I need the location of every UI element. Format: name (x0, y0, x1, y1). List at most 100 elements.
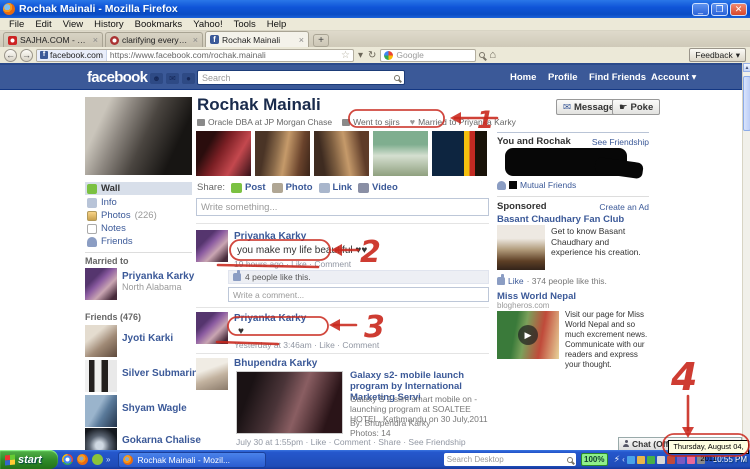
comment-box[interactable] (228, 287, 489, 302)
friend-photo[interactable] (85, 325, 117, 357)
friend-link[interactable]: Gokarna Chalise (122, 435, 201, 446)
feedback-button[interactable]: Feedback ▾ (689, 48, 746, 62)
scrollbar[interactable]: ▲ ▼ (742, 63, 750, 450)
reload-icon[interactable]: ↻ (367, 50, 377, 61)
menu-help[interactable]: Help (262, 19, 292, 30)
post-author-link[interactable]: Priyanka Karky (234, 313, 306, 324)
tray-icon[interactable] (677, 456, 685, 464)
work-item[interactable]: Oracle DBA at JP Morgan Chase (197, 117, 332, 127)
ad-like-link[interactable]: Like (508, 276, 524, 286)
utorrent-icon[interactable] (92, 454, 103, 465)
tray-chevron-icon[interactable]: ‹ (622, 455, 625, 464)
back-button[interactable]: ← (4, 49, 17, 62)
desktop-search-input[interactable] (447, 455, 564, 464)
sidebar-item-notes[interactable]: Notes (85, 222, 192, 235)
post-author-link[interactable]: Priyanka Karky (234, 231, 306, 242)
sidebar-item-info[interactable]: Info (85, 196, 192, 209)
site-identity-chip[interactable]: f facebook.com (37, 50, 107, 61)
url-bar[interactable]: f facebook.com ☆ (36, 49, 354, 62)
nav-account-link[interactable]: Account ▾ (651, 72, 696, 83)
firefox-icon[interactable] (77, 454, 88, 465)
post-meta[interactable]: July 30 at 1:55pm · Like · Comment · Sha… (236, 437, 466, 447)
profile-photo-thumbnail[interactable] (373, 131, 428, 176)
minimize-button[interactable]: _ (692, 3, 709, 16)
restore-button[interactable]: ❐ (711, 3, 728, 16)
friend-photo[interactable] (85, 360, 117, 392)
quick-launch-chevron-icon[interactable]: » (106, 455, 110, 464)
friend-link[interactable]: Shyam Wagle (122, 403, 187, 414)
menu-bookmarks[interactable]: Bookmarks (130, 19, 188, 30)
poke-button[interactable]: ☛Poke (612, 99, 660, 115)
friend-link[interactable]: Silver Submarine (122, 368, 204, 379)
tab-clarifying[interactable]: clarifying everything!!!! × (105, 32, 203, 47)
post-meta[interactable]: 19 hours ago · Like · Comment (234, 259, 351, 269)
power-plug-icon[interactable]: ⚡ (614, 454, 620, 465)
status-composer[interactable] (196, 198, 489, 216)
profile-photo-thumbnail[interactable] (314, 131, 369, 176)
ad-title[interactable]: Basant Chaudhary Fan Club (497, 214, 624, 225)
menu-edit[interactable]: Edit (30, 19, 56, 30)
tray-icon[interactable] (687, 456, 695, 464)
post-author-avatar[interactable] (196, 358, 228, 390)
share-photo-button[interactable]: Photo (272, 182, 313, 193)
facebook-search-input[interactable] (202, 73, 394, 83)
ad-image[interactable] (497, 225, 545, 270)
taskbar-task-firefox[interactable]: Rochak Mainali - Mozil... (118, 452, 266, 468)
close-button[interactable]: ✕ (730, 3, 747, 16)
scroll-up-arrow[interactable]: ▲ (743, 63, 750, 72)
friend-link[interactable]: Jyoti Karki (122, 333, 173, 344)
google-search-box[interactable] (380, 49, 476, 62)
post-attachment-photo[interactable] (236, 371, 343, 434)
search-go-icon[interactable] (479, 52, 485, 58)
notifications-icon[interactable]: ● (182, 73, 195, 84)
sidebar-item-friends[interactable]: Friends (85, 235, 192, 248)
messages-icon[interactable]: ✉ (166, 73, 179, 84)
bookmark-star-icon[interactable]: ☆ (341, 50, 353, 61)
tray-icon[interactable] (647, 456, 655, 464)
friend-photo[interactable] (85, 395, 117, 427)
google-search-input[interactable] (396, 50, 472, 60)
profile-picture[interactable] (85, 97, 192, 175)
forward-button[interactable]: → (20, 49, 33, 62)
tab-close-icon[interactable]: × (93, 35, 98, 45)
status-composer-input[interactable] (201, 202, 484, 213)
see-friendship-link[interactable]: See Friendship (592, 137, 649, 147)
ad-video-thumbnail[interactable]: ▶ (497, 311, 559, 359)
nav-home-link[interactable]: Home (510, 72, 536, 83)
married-to-name-link[interactable]: Priyanka Karky (122, 271, 194, 282)
tray-icon[interactable] (627, 456, 635, 464)
tab-close-icon[interactable]: × (193, 35, 198, 45)
facebook-search[interactable] (197, 70, 405, 85)
url-input[interactable] (107, 50, 341, 60)
post-author-link[interactable]: Bhupendra Karky (234, 358, 317, 369)
post-author-avatar[interactable] (196, 230, 228, 262)
start-button[interactable]: start (0, 450, 58, 469)
profile-photo-thumbnail[interactable] (255, 131, 310, 176)
married-to-photo[interactable] (85, 268, 117, 300)
education-item[interactable]: Went to sjirs (342, 117, 400, 127)
sidebar-item-photos[interactable]: Photos(226) (85, 209, 192, 222)
menu-tools[interactable]: Tools (229, 19, 261, 30)
create-an-ad-link[interactable]: Create an Ad (599, 202, 649, 212)
tab-rochak-mainali[interactable]: f Rochak Mainali × (205, 31, 309, 47)
menu-history[interactable]: History (89, 19, 129, 30)
tray-icon[interactable] (637, 456, 645, 464)
comment-input[interactable] (233, 290, 484, 300)
taskbar-clock[interactable]: 10:55 PM (713, 455, 750, 464)
nav-profile-link[interactable]: Profile (548, 72, 578, 83)
tray-icon[interactable] (657, 456, 665, 464)
sidebar-item-wall[interactable]: Wall (85, 182, 192, 195)
mutual-friends-label[interactable]: Mutual Friends (520, 180, 576, 190)
tab-sajha[interactable]: SAJHA.COM - Bringing Together Nepali C..… (3, 32, 103, 47)
facebook-logo[interactable]: facebook (87, 69, 147, 86)
chrome-icon[interactable] (62, 454, 73, 465)
share-link-button[interactable]: Link (319, 182, 353, 193)
share-post-button[interactable]: Post (231, 182, 266, 193)
profile-photo-thumbnail[interactable] (432, 131, 487, 176)
share-video-button[interactable]: Video (358, 182, 398, 193)
url-dropdown-icon[interactable]: ▾ (357, 50, 364, 61)
post-author-avatar[interactable] (196, 312, 228, 344)
tray-icon[interactable] (667, 456, 675, 464)
mutual-friends-row[interactable]: Mutual Friends (497, 180, 576, 190)
profile-photo-thumbnail[interactable] (196, 131, 251, 176)
